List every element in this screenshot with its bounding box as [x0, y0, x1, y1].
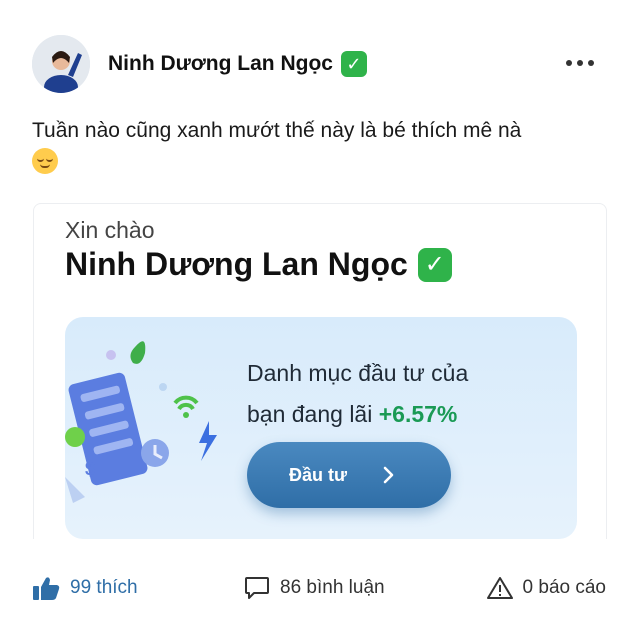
comment-count: 86 bình luận: [280, 577, 385, 598]
post-footer: 99 thích 86 bình luận 0 báo cáo: [32, 570, 612, 606]
comment-button[interactable]: 86 bình luận: [244, 576, 385, 600]
like-count: 99 thích: [70, 577, 138, 598]
report-button[interactable]: 0 báo cáo: [486, 576, 606, 600]
portfolio-text-line1: Danh mục đầu tư của: [247, 360, 469, 386]
thumbs-up-icon: [33, 577, 60, 600]
comment-icon: [245, 577, 269, 599]
card-user-name: Ninh Dương Lan Ngọc ✓: [65, 246, 452, 283]
chevron-right-icon: [383, 466, 394, 484]
like-button[interactable]: 99 thích: [32, 575, 138, 601]
verified-icon: ✓: [417, 247, 452, 282]
portfolio-text-line2: bạn đang lãi: [247, 401, 373, 427]
report-count: 0 báo cáo: [522, 577, 606, 598]
post-caption: Tuần nào cũng xanh mướt thế này là bé th…: [32, 115, 612, 179]
invest-button-label: Đầu tư: [289, 464, 348, 485]
shared-image-card: Xin chào Ninh Dương Lan Ngọc ✓ $ Danh mụ…: [33, 203, 607, 539]
gain-percent: +6.57%: [378, 401, 458, 427]
portfolio-text: Danh mục đầu tư của bạn đang lãi +6.57%: [247, 353, 468, 435]
author-name[interactable]: Ninh Dương Lan Ngọc ✓: [108, 51, 367, 77]
dot: [588, 60, 594, 66]
author-avatar[interactable]: [32, 35, 90, 93]
finance-illustration-icon: $: [65, 341, 217, 503]
dot: [566, 60, 572, 66]
verified-icon: ✓: [340, 51, 367, 77]
caption-text: Tuần nào cũng xanh mướt thế này là bé th…: [32, 119, 522, 142]
warning-icon: [486, 577, 513, 599]
invest-button[interactable]: Đầu tư: [247, 442, 451, 508]
relieved-face-emoji-icon: [32, 148, 58, 174]
dot: [577, 60, 583, 66]
svg-text:$: $: [85, 459, 95, 479]
more-options-icon[interactable]: [560, 54, 600, 72]
portfolio-panel: $ Danh mục đầu tư của bạn đang lãi +6.57…: [65, 317, 577, 539]
post-header: Ninh Dương Lan Ngọc ✓: [32, 34, 612, 94]
author-name-text: Ninh Dương Lan Ngọc: [108, 52, 333, 75]
card-user-name-text: Ninh Dương Lan Ngọc: [65, 246, 408, 282]
greeting-text: Xin chào: [65, 217, 155, 243]
